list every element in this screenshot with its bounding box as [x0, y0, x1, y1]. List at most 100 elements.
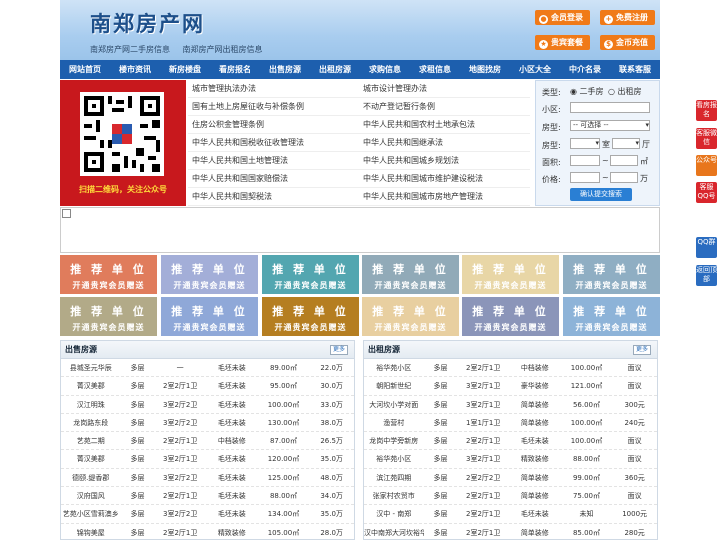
listing-name[interactable]: 龙岗路东段: [61, 414, 121, 431]
table-row[interactable]: 张家村农贸市 多层 2室2厅1卫 简单装修 75.00㎡ 面议: [364, 487, 657, 506]
type-radio-rent[interactable]: ○ 出租房: [608, 86, 642, 97]
side-float-button[interactable]: 公众号: [696, 155, 717, 176]
room-select[interactable]: -- 可选择 -- ▾: [570, 120, 650, 131]
listing-name[interactable]: 朝阳新世纪: [364, 377, 424, 394]
nav-map[interactable]: 地图找房: [460, 60, 510, 79]
nav-communities[interactable]: 小区大全: [510, 60, 560, 79]
recommended-unit-ad[interactable]: 推 荐 单 位开通贵宾会员赠送: [161, 255, 258, 294]
side-float-button[interactable]: 客服微信: [696, 128, 717, 149]
subtitle-sale[interactable]: 南郑房产网二手房信息: [90, 45, 170, 54]
nav-home[interactable]: 网站首页: [60, 60, 110, 79]
recommended-unit-ad[interactable]: 推 荐 单 位开通贵宾会员赠送: [362, 297, 459, 336]
banner-image[interactable]: [60, 207, 660, 253]
recommended-unit-ad[interactable]: 推 荐 单 位开通贵宾会员赠送: [563, 297, 660, 336]
table-row[interactable]: 菁汉美郡 多层 2室2厅1卫 毛坯未装 95.00㎡ 30.0万: [61, 377, 354, 396]
hall-count-select[interactable]: ▾: [612, 138, 640, 149]
law-link[interactable]: 中华人民共和国税收征收管理法: [188, 134, 359, 151]
side-float-button[interactable]: 看房报名: [696, 100, 717, 121]
listing-name[interactable]: 锦钩美屋: [61, 524, 121, 540]
table-row[interactable]: 锦钩美屋 多层 2室2厅1卫 精致装修 105.00㎡ 28.0万: [61, 524, 354, 540]
law-link[interactable]: 中华人民共和国城市房地产管理法: [359, 188, 530, 205]
nav-news[interactable]: 楼市资讯: [110, 60, 160, 79]
listing-name[interactable]: 裕华苑小区: [364, 450, 424, 467]
table-row[interactable]: 艺苑小区雪莉澳乡 多层 3室2厅2卫 毛坯未装 134.00㎡ 35.0万: [61, 505, 354, 524]
login-button[interactable]: ● 会员登录: [535, 10, 590, 25]
law-link[interactable]: 城市设计管理办法: [359, 80, 530, 97]
listing-name[interactable]: 渔营村: [364, 414, 424, 431]
table-row[interactable]: 艺苑二期 多层 2室2厅1卫 中档装修 87.00㎡ 26.5万: [61, 432, 354, 451]
law-link[interactable]: 中华人民共和国农村土地承包法: [359, 116, 530, 133]
table-row[interactable]: 德颐.缇香郡 多层 3室2厅2卫 毛坯未装 125.00㎡ 48.0万: [61, 469, 354, 488]
table-row[interactable]: 县城圣元华辰 多层 一 毛坯未装 89.00㎡ 22.0万: [61, 359, 354, 378]
register-button[interactable]: + 免费注册: [600, 10, 655, 25]
table-row[interactable]: 裕华苑小区 多层 2室2厅1卫 中档装修 100.00㎡ 面议: [364, 359, 657, 378]
nav-new-homes[interactable]: 新房楼盘: [160, 60, 210, 79]
nav-rent[interactable]: 出租房源: [310, 60, 360, 79]
law-link[interactable]: 不动产登记暂行条例: [359, 98, 530, 115]
listing-name[interactable]: 汉府国风: [61, 487, 121, 504]
side-float-button[interactable]: 客服QQ号: [696, 182, 717, 203]
area-max-input[interactable]: [610, 155, 638, 166]
listing-name[interactable]: 裕华苑小区: [364, 359, 424, 376]
recommended-unit-ad[interactable]: 推 荐 单 位开通贵宾会员赠送: [60, 255, 157, 294]
table-row[interactable]: 汉中南郑大河坎裕华园多层 2室2厅1卫 简单装修 85.00㎡ 280元: [364, 524, 657, 540]
listing-name[interactable]: 滨江苑四期: [364, 469, 424, 486]
law-link[interactable]: 中华人民共和国国家赔偿法: [188, 170, 359, 187]
recommended-unit-ad[interactable]: 推 荐 单 位开通贵宾会员赠送: [262, 297, 359, 336]
nav-agents[interactable]: 中介名录: [560, 60, 610, 79]
table-row[interactable]: 滨江苑四期 多层 2室2厅2卫 简单装修 99.00㎡ 360元: [364, 469, 657, 488]
listing-name[interactable]: 德颐.缇香郡: [61, 469, 121, 486]
type-radio-sale[interactable]: ◉ 二手房: [570, 86, 604, 97]
recommended-unit-ad[interactable]: 推 荐 单 位开通贵宾会员赠送: [60, 297, 157, 336]
site-logo[interactable]: 南郑房产网: [90, 8, 205, 38]
rent-more-button[interactable]: 更多: [632, 345, 651, 355]
area-min-input[interactable]: [570, 155, 600, 166]
nav-sale[interactable]: 出售房源: [260, 60, 310, 79]
table-row[interactable]: 菁汉美郡 多层 3室2厅1卫 毛坯未装 120.00㎡ 35.0万: [61, 450, 354, 469]
recommended-unit-ad[interactable]: 推 荐 单 位开通贵宾会员赠送: [462, 255, 559, 294]
listing-name[interactable]: 汉江明珠: [61, 396, 121, 413]
price-min-input[interactable]: [570, 172, 600, 183]
side-float-button[interactable]: QQ群: [696, 237, 717, 258]
recommended-unit-ad[interactable]: 推 荐 单 位开通贵宾会员赠送: [262, 255, 359, 294]
room-count-select[interactable]: ▾: [570, 138, 600, 149]
table-row[interactable]: 汉江明珠 多层 3室2厅2卫 毛坯未装 100.00㎡ 33.0万: [61, 396, 354, 414]
table-row[interactable]: 汉中 - 南郑 多层 2室2厅1卫 毛坯未装 未知 1000元: [364, 505, 657, 524]
listing-name[interactable]: 艺苑二期: [61, 432, 121, 449]
law-link[interactable]: 国有土地上房屋征收与补偿条例: [188, 98, 359, 115]
subtitle-rent[interactable]: 南郑房产网出租房信息: [183, 45, 263, 54]
listing-name[interactable]: 张家村农贸市: [364, 487, 424, 504]
table-row[interactable]: 龙岗路东段 多层 3室2厅2卫 毛坯未装 130.00㎡ 38.0万: [61, 414, 354, 433]
recommended-unit-ad[interactable]: 推 荐 单 位开通贵宾会员赠送: [362, 255, 459, 294]
law-link[interactable]: 住房公积金管理条例: [188, 116, 359, 133]
listing-name[interactable]: 菁汉美郡: [61, 377, 121, 394]
law-link[interactable]: 中华人民共和国契税法: [188, 188, 359, 205]
nav-want-rent[interactable]: 求租信息: [410, 60, 460, 79]
listing-name[interactable]: 县城圣元华辰: [61, 359, 121, 376]
law-link[interactable]: 中华人民共和国城乡规划法: [359, 152, 530, 169]
listing-name[interactable]: 汉中南郑大河坎裕华园: [364, 524, 424, 540]
coin-recharge-button[interactable]: $ 金币充值: [600, 35, 655, 50]
law-link[interactable]: 城市管理执法办法: [188, 80, 359, 97]
listing-name[interactable]: 汉中 - 南郑: [364, 505, 424, 522]
table-row[interactable]: 龙岗中学旁新房 多层 2室2厅1卫 毛坯未装 100.00㎡ 面议: [364, 432, 657, 451]
table-row[interactable]: 裕华苑小区 多层 3室2厅1卫 精致装修 88.00㎡ 面议: [364, 450, 657, 469]
recommended-unit-ad[interactable]: 推 荐 单 位开通贵宾会员赠送: [462, 297, 559, 336]
nav-want-buy[interactable]: 求购信息: [360, 60, 410, 79]
recommended-unit-ad[interactable]: 推 荐 单 位开通贵宾会员赠送: [161, 297, 258, 336]
listing-name[interactable]: 龙岗中学旁新房: [364, 432, 424, 449]
nav-contact[interactable]: 联系客服: [610, 60, 660, 79]
recommended-unit-ad[interactable]: 推 荐 单 位开通贵宾会员赠送: [563, 255, 660, 294]
listing-name[interactable]: 艺苑小区雪莉澳乡: [61, 505, 121, 522]
side-float-button[interactable]: 返回顶部: [696, 265, 717, 286]
nav-viewing-signup[interactable]: 看房报名: [210, 60, 260, 79]
search-submit-button[interactable]: 确认提交搜索: [570, 188, 632, 201]
community-input[interactable]: [570, 102, 650, 113]
table-row[interactable]: 大河坎小学对面 多层 3室2厅1卫 简单装修 56.00㎡ 300元: [364, 396, 657, 414]
listing-name[interactable]: 菁汉美郡: [61, 450, 121, 467]
sale-more-button[interactable]: 更多: [329, 345, 348, 355]
price-max-input[interactable]: [610, 172, 638, 183]
law-link[interactable]: 中华人民共和国土地管理法: [188, 152, 359, 169]
law-link[interactable]: 中华人民共和国城市维护建设税法: [359, 170, 530, 187]
table-row[interactable]: 汉府国风 多层 2室2厅1卫 毛坯未装 88.00㎡ 34.0万: [61, 487, 354, 506]
